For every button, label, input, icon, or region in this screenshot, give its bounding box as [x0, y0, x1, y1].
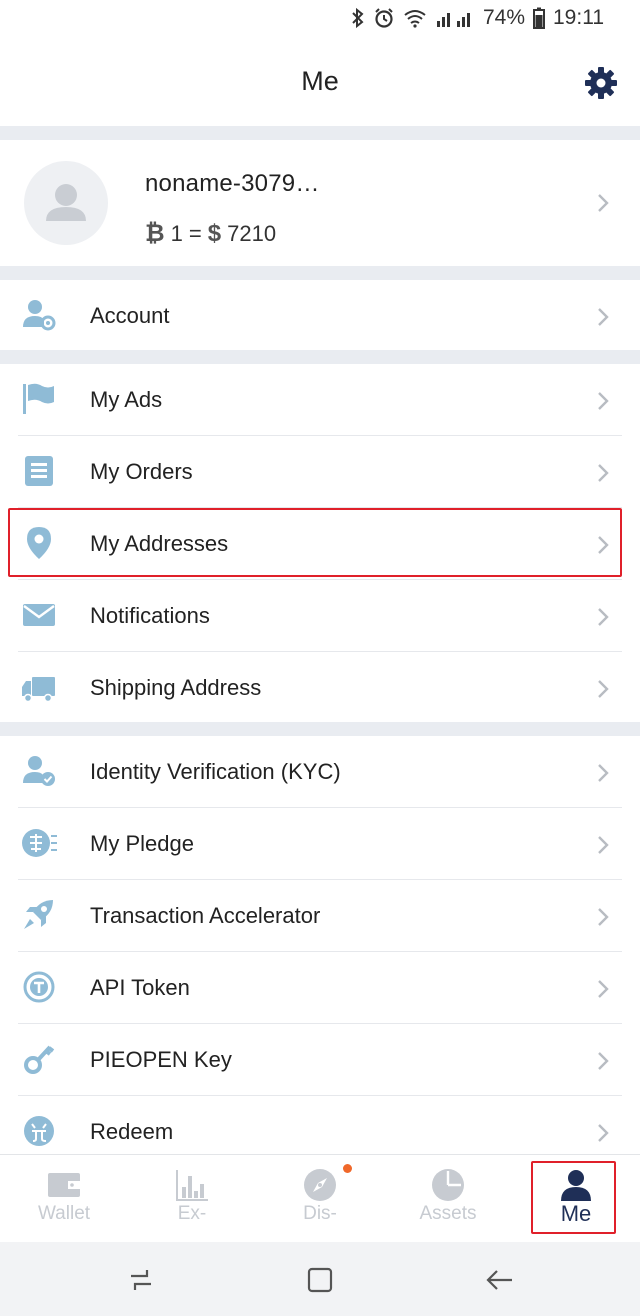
menu-item-api-token[interactable]: API Token: [0, 952, 640, 1024]
tab-label: Ex-: [177, 1203, 207, 1224]
wifi-icon: [404, 10, 426, 28]
menu-item-my-ads[interactable]: My Ads: [0, 364, 640, 436]
menu-item-my-pledge[interactable]: My Pledge: [0, 808, 640, 880]
alarm-icon: [375, 8, 393, 28]
envelope-icon: [23, 604, 55, 626]
chevron-right-icon: [598, 680, 609, 698]
tab-label: Assets: [419, 1203, 477, 1224]
tab-discover[interactable]: Dis-: [256, 1155, 384, 1243]
chevron-right-icon: [598, 536, 609, 554]
chevron-right-icon: [598, 980, 609, 998]
menu-item-my-orders[interactable]: My Orders: [0, 436, 640, 508]
gear-icon[interactable]: [584, 66, 618, 100]
menu-item-transaction-accelerator[interactable]: Transaction Accelerator: [0, 880, 640, 952]
menu-item-label: PIEOPEN Key: [90, 1047, 232, 1072]
user-placeholder-icon: [46, 184, 86, 221]
tab-me[interactable]: Me: [512, 1155, 640, 1243]
menu-item-my-addresses[interactable]: My Addresses: [0, 508, 640, 580]
menu-item-notifications[interactable]: Notifications: [0, 580, 640, 652]
key-icon: [24, 1045, 55, 1074]
account-settings-icon: [23, 300, 56, 331]
menu-item-label: My Addresses: [90, 531, 229, 556]
menu-item-label: My Pledge: [90, 831, 194, 856]
bitcoin-icon: ₿: [145, 220, 165, 247]
location-pin-icon: [27, 527, 51, 559]
battery-icon: [533, 7, 545, 29]
bluetooth-icon: [352, 7, 364, 29]
truck-icon: [22, 677, 55, 703]
menu-item-label: Redeem: [90, 1119, 174, 1144]
menu-item-label: Shipping Address: [90, 675, 262, 700]
page-title: Me: [301, 66, 339, 96]
rate-value: 7210: [227, 221, 277, 246]
menu-item-shipping-address[interactable]: Shipping Address: [0, 652, 640, 722]
menu-item-label: Notifications: [90, 603, 210, 628]
back-icon[interactable]: [484, 1264, 516, 1296]
recent-apps-icon[interactable]: [125, 1264, 157, 1296]
dollar-icon: $: [207, 220, 222, 247]
menu-item-identity-verification[interactable]: Identity Verification (KYC): [0, 736, 640, 808]
battery-percent: 74%: [482, 6, 525, 29]
chevron-right-icon: [598, 194, 609, 212]
compass-icon: [304, 1169, 336, 1201]
chevron-right-icon: [598, 764, 609, 782]
section-divider: [0, 126, 640, 140]
menu-item-label: My Ads: [90, 387, 163, 412]
menu-item-label: API Token: [90, 975, 190, 1000]
section-divider: [0, 350, 640, 364]
avatar: [24, 161, 108, 245]
home-icon[interactable]: [304, 1264, 336, 1296]
clock: 19:11: [553, 6, 604, 29]
rocket-icon: [24, 900, 53, 929]
btc-rate: ₿ 1 = $ 7210: [145, 220, 276, 248]
tab-exchange[interactable]: Ex-: [128, 1155, 256, 1243]
tab-label: Me: [560, 1201, 592, 1226]
exchange-chart-icon: [176, 1170, 208, 1201]
rate-one: 1 =: [170, 221, 202, 246]
menu-item-account[interactable]: Account: [0, 280, 640, 350]
chevron-right-icon: [598, 308, 609, 326]
profile-name: noname-3079…: [145, 170, 320, 197]
menu-item-label: Identity Verification (KYC): [90, 759, 341, 784]
tab-label: Dis-: [303, 1203, 337, 1224]
redeem-icon: [24, 1116, 54, 1146]
menu-item-pieopen-key[interactable]: PIEOPEN Key: [0, 1024, 640, 1096]
verified-user-icon: [23, 756, 55, 786]
menu-item-redeem[interactable]: Redeem: [0, 1096, 640, 1154]
section-divider: [0, 722, 640, 736]
tab-wallet[interactable]: Wallet: [0, 1155, 128, 1243]
tab-label: Wallet: [37, 1203, 91, 1224]
signal-icon: [436, 13, 470, 27]
tab-assets[interactable]: Assets: [384, 1155, 512, 1243]
bottom-tab-bar: Wallet Ex- Dis- Assets Me: [0, 1154, 640, 1242]
notification-badge: [343, 1164, 352, 1173]
token-icon: [23, 971, 55, 1003]
pledge-icon: [22, 829, 57, 857]
profile-card[interactable]: noname-3079… ₿ 1 = $ 7210: [0, 140, 640, 266]
menu-item-label: Account: [90, 303, 170, 328]
menu-item-label: Transaction Accelerator: [90, 903, 321, 928]
flag-icon: [23, 383, 54, 414]
chevron-right-icon: [598, 1052, 609, 1070]
page-header: Me: [0, 40, 640, 126]
status-bar: 74% 19:11: [0, 0, 640, 40]
person-icon: [561, 1170, 591, 1201]
chevron-right-icon: [598, 464, 609, 482]
wallet-icon: [48, 1173, 80, 1197]
chevron-right-icon: [598, 908, 609, 926]
system-nav-bar: [0, 1242, 640, 1316]
orders-list-icon: [25, 456, 53, 486]
chevron-right-icon: [598, 836, 609, 854]
chevron-right-icon: [598, 392, 609, 410]
pie-chart-icon: [432, 1169, 464, 1201]
chevron-right-icon: [598, 1124, 609, 1142]
chevron-right-icon: [598, 608, 609, 626]
menu-item-label: My Orders: [90, 459, 193, 484]
section-divider: [0, 266, 640, 280]
